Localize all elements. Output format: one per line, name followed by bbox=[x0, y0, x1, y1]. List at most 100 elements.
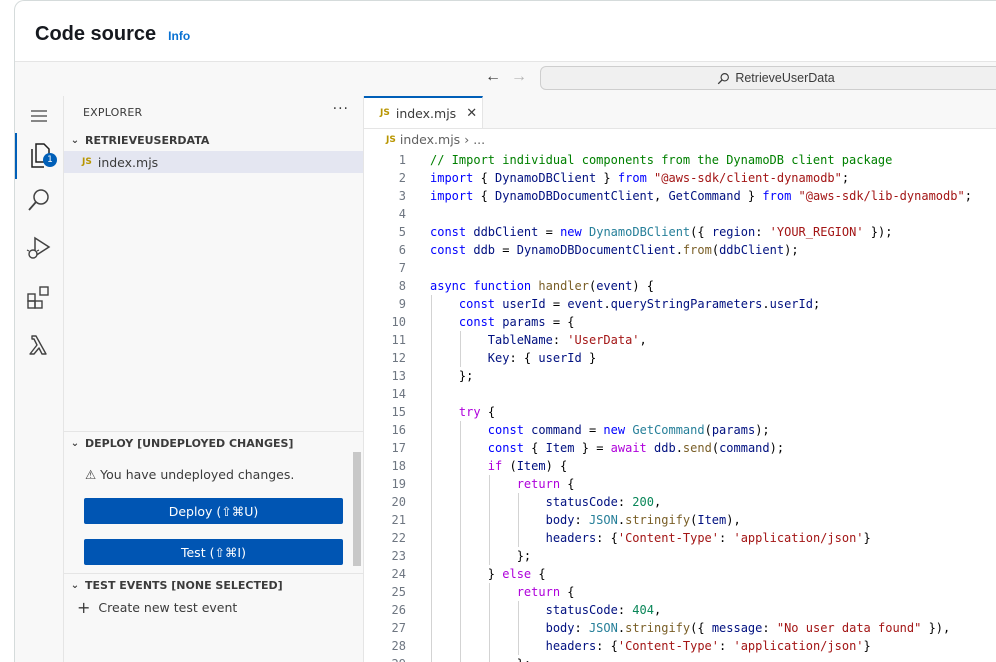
code-line[interactable]: 2 import { DynamoDBClient } from "@aws-sd… bbox=[364, 169, 996, 187]
extensions-icon bbox=[27, 286, 49, 309]
code-line[interactable]: 6 const ddb = DynamoDBDocumentClient.from… bbox=[364, 241, 996, 259]
forward-arrow-icon[interactable]: → bbox=[511, 68, 527, 86]
chevron-right-icon: › bbox=[464, 132, 470, 147]
code-line[interactable]: 14 bbox=[364, 385, 996, 403]
chevron-down-icon: ⌄ bbox=[70, 134, 80, 146]
code-line[interactable]: 10 const params = { bbox=[364, 313, 996, 331]
code-line[interactable]: 12 Key: { userId } bbox=[364, 349, 996, 367]
chevron-down-icon: ⌄ bbox=[70, 437, 80, 449]
line-number: 7 bbox=[398, 261, 406, 275]
folder-header[interactable]: ⌄ RETRIEVEUSERDATA bbox=[64, 129, 363, 151]
title-bar: ← → RetrieveUserData bbox=[15, 61, 996, 97]
info-link[interactable]: Info bbox=[168, 29, 190, 43]
line-source: async function handler(event) { bbox=[430, 279, 655, 293]
menu-icon[interactable] bbox=[15, 96, 63, 136]
plus-icon: + bbox=[77, 598, 91, 617]
line-number: 14 bbox=[391, 387, 406, 401]
indent-guide bbox=[488, 475, 490, 565]
tab-label: index.mjs bbox=[395, 105, 457, 121]
line-number: 9 bbox=[398, 297, 406, 311]
explorer-sidebar: EXPLORER ··· ⌄ RETRIEVEUSERDATA JS index… bbox=[64, 96, 364, 662]
sidebar-scrollbar[interactable] bbox=[353, 452, 361, 566]
code-line[interactable]: 1 // Import individual components from th… bbox=[364, 151, 996, 169]
breadcrumb-more[interactable]: ... bbox=[473, 132, 485, 147]
code-editor: JS index.mjs ✕ JS index.mjs › ... 1 // Im… bbox=[364, 96, 996, 662]
deploy-section-header[interactable]: ⌄ DEPLOY [UNDEPLOYED CHANGES] bbox=[64, 432, 363, 454]
code-line[interactable]: 16 const command = new GetCommand(params… bbox=[364, 421, 996, 439]
file-item-index-mjs[interactable]: JS index.mjs bbox=[64, 151, 363, 173]
js-file-icon: JS bbox=[386, 134, 396, 145]
js-file-icon: JS bbox=[380, 108, 390, 118]
line-number: 16 bbox=[391, 423, 406, 437]
code-line[interactable]: 5 const ddbClient = new DynamoDBClient({ … bbox=[364, 223, 996, 241]
code-line[interactable]: 27 body: JSON.stringify({ message: "No u… bbox=[364, 619, 996, 637]
deploy-button[interactable]: Deploy (⇧⌘U) bbox=[84, 498, 343, 524]
activity-run-debug[interactable] bbox=[15, 228, 63, 268]
code-line[interactable]: 28 headers: {'Content-Type': 'applicatio… bbox=[364, 637, 996, 655]
code-line[interactable]: 22 headers: {'Content-Type': 'applicatio… bbox=[364, 529, 996, 547]
code-line[interactable]: 18 if (Item) { bbox=[364, 457, 996, 475]
tab-index-mjs[interactable]: JS index.mjs ✕ bbox=[364, 96, 483, 128]
code-line[interactable]: 4 bbox=[364, 205, 996, 223]
command-center-search[interactable]: RetrieveUserData bbox=[540, 66, 996, 90]
line-source: Key: { userId } bbox=[487, 351, 597, 365]
page-title: Code source bbox=[35, 23, 157, 45]
code-source-panel: Code source Info ← → RetrieveUserData 1 bbox=[14, 0, 996, 662]
close-icon[interactable]: ✕ bbox=[466, 106, 477, 121]
line-source: if (Item) { bbox=[487, 459, 568, 473]
code-line[interactable]: 3 import { DynamoDBDocumentClient, GetCom… bbox=[364, 187, 996, 205]
line-number: 18 bbox=[391, 459, 406, 473]
line-number: 17 bbox=[391, 441, 406, 455]
line-source: return { bbox=[516, 585, 575, 599]
code-line[interactable]: 26 statusCode: 404, bbox=[364, 601, 996, 619]
code-line[interactable]: 19 return { bbox=[364, 475, 996, 493]
code-line[interactable]: 8 async function handler(event) { bbox=[364, 277, 996, 295]
editor-tab-bar: JS index.mjs ✕ bbox=[364, 96, 996, 129]
breadcrumb-file[interactable]: index.mjs bbox=[400, 132, 460, 147]
undeployed-warning: ⚠ You have undeployed changes. bbox=[85, 467, 295, 482]
code-line[interactable]: 25 return { bbox=[364, 583, 996, 601]
line-source: }; bbox=[430, 369, 474, 383]
code-line[interactable]: 24 } else { bbox=[364, 565, 996, 583]
breadcrumb: JS index.mjs › ... bbox=[386, 132, 485, 147]
more-actions-icon[interactable]: ··· bbox=[333, 101, 349, 117]
line-source: TableName: 'UserData', bbox=[487, 333, 647, 347]
line-number: 6 bbox=[398, 243, 406, 257]
activity-search[interactable] bbox=[15, 180, 63, 220]
create-test-event-button[interactable]: + Create new test event bbox=[77, 598, 237, 617]
line-number: 22 bbox=[391, 531, 406, 545]
code-line[interactable]: 17 const { Item } = await ddb.send(comma… bbox=[364, 439, 996, 457]
activity-lambda[interactable] bbox=[15, 325, 63, 365]
line-source: const { Item } = await ddb.send(command)… bbox=[487, 441, 785, 455]
indent-guide bbox=[459, 331, 461, 367]
line-number: 10 bbox=[391, 315, 406, 329]
folder-name: RETRIEVEUSERDATA bbox=[85, 133, 210, 147]
line-source: return { bbox=[516, 477, 575, 491]
test-events-header[interactable]: ⌄ TEST EVENTS [NONE SELECTED] bbox=[64, 574, 363, 596]
activity-bar: 1 bbox=[15, 96, 64, 662]
line-source: const params = { bbox=[458, 315, 575, 329]
line-source: const ddb = DynamoDBDocumentClient.from(… bbox=[430, 243, 799, 257]
line-source: headers: {'Content-Type': 'application/j… bbox=[545, 639, 871, 653]
code-line[interactable]: 11 TableName: 'UserData', bbox=[364, 331, 996, 349]
test-events-title: TEST EVENTS [NONE SELECTED] bbox=[85, 578, 283, 592]
line-number: 2 bbox=[398, 171, 406, 185]
code-line[interactable]: 15 try { bbox=[364, 403, 996, 421]
indent-guide bbox=[517, 493, 519, 547]
panel-header: Code source Info bbox=[35, 23, 190, 46]
activity-extensions[interactable] bbox=[15, 277, 63, 317]
line-source: const command = new GetCommand(params); bbox=[487, 423, 770, 437]
command-center-label: RetrieveUserData bbox=[735, 71, 835, 85]
code-line[interactable]: 9 const userId = event.queryStringParame… bbox=[364, 295, 996, 313]
code-line[interactable]: 7 bbox=[364, 259, 996, 277]
line-number: 15 bbox=[391, 405, 406, 419]
explorer-title: EXPLORER bbox=[83, 106, 143, 119]
code-line[interactable]: 20 statusCode: 200, bbox=[364, 493, 996, 511]
back-arrow-icon[interactable]: ← bbox=[485, 68, 501, 86]
activity-explorer[interactable]: 1 bbox=[15, 133, 63, 179]
line-source: import { DynamoDBDocumentClient, GetComm… bbox=[430, 189, 972, 203]
test-button[interactable]: Test (⇧⌘I) bbox=[84, 539, 343, 565]
code-line[interactable]: 23 }; bbox=[364, 547, 996, 565]
code-line[interactable]: 21 body: JSON.stringify(Item), bbox=[364, 511, 996, 529]
code-line[interactable]: 13 }; bbox=[364, 367, 996, 385]
